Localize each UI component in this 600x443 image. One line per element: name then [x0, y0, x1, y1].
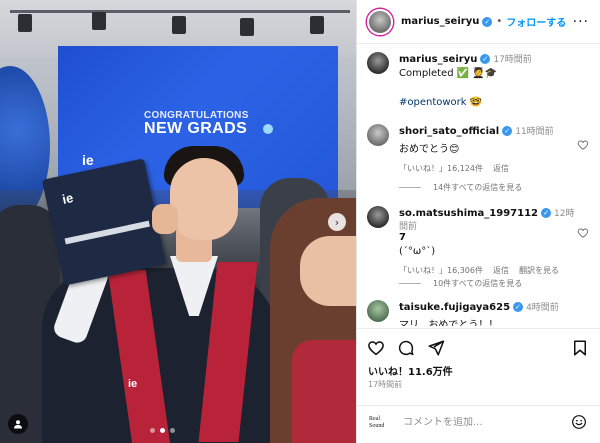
like-heart-icon[interactable]	[367, 339, 385, 357]
comment-input[interactable]	[403, 417, 553, 428]
comment-translate-button[interactable]: 翻訳を見る	[519, 265, 559, 276]
stage-lamp	[92, 12, 106, 30]
comment-likes-count[interactable]: 「いいね！」16,124件	[399, 163, 483, 174]
comment-username-continued: 7	[399, 232, 406, 243]
caption-avatar[interactable]	[367, 52, 389, 74]
carousel-dot[interactable]	[150, 428, 155, 433]
folder-strip	[64, 220, 150, 245]
comment-like-heart-icon[interactable]	[577, 139, 589, 151]
post-actions: いいね！11.6万件 17時間前 Real Sound	[357, 328, 600, 438]
comment-text: マリ、おめでとう！！	[399, 320, 499, 326]
comment-text: (´°ω°`)	[399, 246, 436, 257]
view-replies-label: 10件すべての返信を見る	[433, 279, 523, 288]
graduate-hand	[152, 204, 178, 234]
hashtag-link[interactable]: #opentowork 🤓	[399, 97, 579, 108]
view-replies-label: 14件すべての返信を見る	[433, 183, 523, 192]
source-watermark: Real Sound	[369, 416, 391, 430]
stage-lamp	[310, 16, 324, 34]
follow-button[interactable]: フォローする	[506, 14, 566, 29]
view-replies-button[interactable]: 10件すべての返信を見る	[399, 278, 522, 289]
verified-badge-icon: ✓	[480, 54, 491, 64]
carousel-dot[interactable]	[160, 428, 165, 433]
comment-username[interactable]: shori_sato_official	[399, 126, 499, 137]
post-side-panel: marius_seiryu ✓ • フォローする ··· marius_seir…	[356, 0, 600, 443]
woman-face	[300, 236, 356, 306]
comment-reply-button[interactable]: 返信	[493, 163, 509, 174]
caption-time: 17時間前	[493, 55, 532, 65]
caption-text: Completed ✅ 🧑‍🎓🎓	[399, 68, 498, 79]
caption-username[interactable]: marius_seiryu	[399, 54, 477, 65]
comment-avatar[interactable]	[367, 300, 389, 322]
diploma-folder: ie	[41, 158, 167, 286]
replies-line	[399, 187, 421, 188]
lighting-truss	[10, 10, 350, 13]
verified-badge-icon: ✓	[482, 16, 493, 27]
comment-time: 4時間前	[526, 303, 559, 313]
carousel-next-button[interactable]: ›	[328, 213, 346, 231]
more-options-icon[interactable]: ···	[573, 14, 589, 30]
share-send-icon[interactable]	[427, 339, 445, 357]
post-header: marius_seiryu ✓ • フォローする ···	[357, 0, 600, 44]
header-separator: •	[496, 16, 503, 27]
carousel-dot[interactable]	[170, 428, 175, 433]
screen-logo: ie	[82, 152, 94, 168]
verified-badge-icon: ✓	[513, 302, 524, 312]
gown-logo: ie	[128, 378, 138, 390]
author-avatar[interactable]	[367, 8, 393, 35]
verified-badge-icon: ✓	[502, 126, 513, 136]
tagged-users-button[interactable]	[8, 414, 28, 434]
woman-body	[292, 340, 356, 443]
emoji-icon[interactable]	[571, 414, 587, 430]
author-username[interactable]: marius_seiryu	[401, 16, 479, 27]
comment-item: taisuke.fujigaya625 ✓ 4時間前 マリ、おめでとう！！	[367, 300, 579, 326]
folder-logo: ie	[60, 190, 75, 207]
comment-item: so.matsushima_1997112 ✓ 12時間前 7 (´°ω°`) 「い…	[367, 206, 579, 276]
comment-time: 11時間前	[515, 127, 554, 137]
comment-like-heart-icon[interactable]	[577, 227, 589, 239]
comment-text: おめでとう😊	[399, 144, 460, 155]
carousel-dots	[150, 428, 175, 433]
source-watermark-line2: Sound	[369, 422, 385, 429]
comment-username[interactable]: taisuke.fujigaya625	[399, 302, 510, 313]
comment-username[interactable]: so.matsushima_1997112	[399, 208, 538, 219]
screen-dot	[263, 124, 273, 134]
verified-badge-icon: ✓	[541, 208, 552, 218]
replies-line	[399, 283, 421, 284]
stage-lamp	[18, 14, 32, 32]
screen-text-line2: NEW GRADS	[144, 120, 248, 137]
comment-composer: Real Sound	[357, 405, 600, 439]
comment-reply-button[interactable]: 返信	[493, 265, 509, 276]
chevron-right-icon: ›	[334, 215, 340, 229]
comment-avatar[interactable]	[367, 124, 389, 146]
user-icon	[14, 420, 22, 429]
post-photo[interactable]: CONGRATULATIONS NEW GRADS ie ie ie ›	[0, 0, 356, 443]
comment-avatar[interactable]	[367, 206, 389, 228]
stage-lamp	[240, 18, 254, 36]
comments-list[interactable]: marius_seiryu ✓ 17時間前 Completed ✅ 🧑‍🎓🎓 #op…	[357, 44, 600, 326]
comment-likes-count[interactable]: 「いいね！」16,306件	[399, 265, 483, 276]
graduate-face	[170, 158, 238, 240]
stage-lamp	[172, 16, 186, 34]
comment-bubble-icon[interactable]	[397, 339, 415, 357]
caption: marius_seiryu ✓ 17時間前 Completed ✅ 🧑‍🎓🎓 #op…	[367, 52, 579, 108]
comment-item: shori_sato_official ✓ 11時間前 おめでとう😊 「いいね！」1…	[367, 124, 579, 174]
bookmark-icon[interactable]	[571, 339, 589, 357]
source-watermark-line1: Real	[369, 415, 380, 422]
view-replies-button[interactable]: 14件すべての返信を見る	[399, 182, 522, 193]
post-time: 17時間前	[368, 380, 403, 389]
likes-count[interactable]: いいね！11.6万件	[368, 363, 453, 378]
